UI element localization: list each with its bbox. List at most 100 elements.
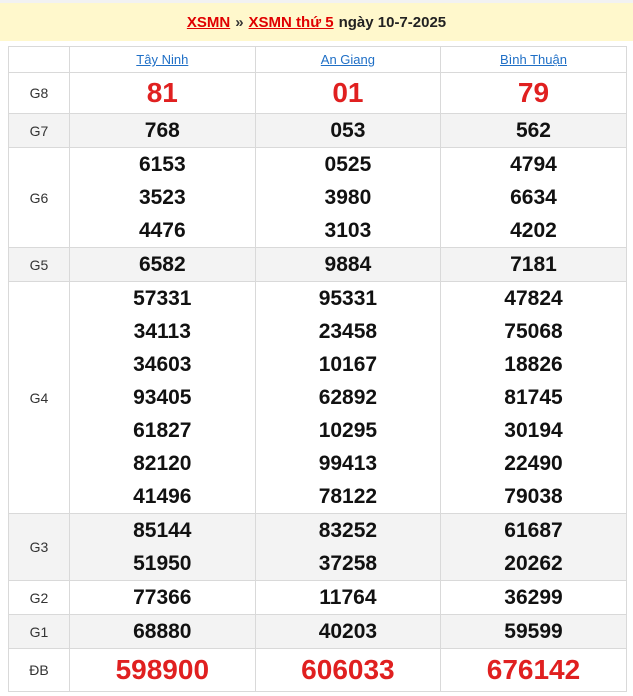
xsmn-thursday-link[interactable]: XSMN thứ 5: [249, 14, 334, 31]
prize-row-g7: G7 768 053 562: [8, 113, 627, 148]
prize-cell: 57331 34113 34603 93405 61827 82120 4149…: [69, 281, 256, 514]
prize-cell: 6153 3523 4476: [69, 147, 256, 248]
prize-cell: 61687 20262: [440, 513, 627, 581]
prize-number: 81745: [504, 386, 563, 409]
prize-label: G5: [8, 247, 70, 282]
prize-number: 79038: [504, 485, 563, 508]
province-link-an-giang[interactable]: An Giang: [321, 52, 375, 67]
lottery-results-table: Tây Ninh An Giang Bình Thuận G8 81 01 79…: [8, 46, 627, 692]
prize-cell: 01: [254, 72, 442, 114]
prize-cell: 85144 51950: [69, 513, 256, 581]
prize-number: 51950: [133, 552, 192, 575]
prize-number: 34603: [133, 353, 192, 376]
jackpot-number: 676142: [486, 654, 581, 685]
prize-row-g5: G5 6582 9884 7181: [8, 247, 627, 282]
prize-number: 99413: [318, 452, 378, 475]
prize-cell: 768: [69, 113, 256, 148]
corner-cell: [8, 46, 70, 73]
prize-cell: 47824 75068 18826 81745 30194 22490 7903…: [440, 281, 627, 514]
prize-number: 83252: [318, 519, 378, 542]
prize-number: 59599: [504, 620, 563, 643]
prize-cell: 83252 37258: [254, 513, 442, 581]
prize-label: G6: [8, 147, 70, 248]
prize-number: 10295: [318, 419, 378, 442]
prize-number: 57331: [133, 287, 192, 310]
prize-number: 3103: [324, 219, 372, 242]
prize-number: 6153: [138, 153, 186, 176]
results-header: XSMN » XSMN thứ 5 ngày 10-7-2025: [0, 3, 633, 41]
prize-cell: 053: [254, 113, 442, 148]
prize-label: ĐB: [8, 648, 70, 692]
prize-number: 47824: [504, 287, 563, 310]
prize-cell: 40203: [254, 614, 442, 649]
prize-cell: 77366: [69, 580, 256, 615]
prize-number: 79: [517, 77, 550, 108]
prize-label: G8: [8, 72, 70, 114]
prize-cell: 68880: [69, 614, 256, 649]
prize-row-g1: G1 68880 40203 59599: [8, 614, 627, 649]
prize-number: 18826: [504, 353, 563, 376]
prize-number: 3980: [324, 186, 372, 209]
prize-label: G2: [8, 580, 70, 615]
prize-number: 562: [515, 119, 551, 142]
prize-label: G3: [8, 513, 70, 581]
prize-row-g4: G4 57331 34113 34603 93405 61827 82120 4…: [8, 281, 627, 514]
prize-number: 68880: [133, 620, 192, 643]
prize-number: 0525: [324, 153, 372, 176]
prize-cell: 562: [440, 113, 627, 148]
prize-number: 6582: [138, 253, 186, 276]
prize-number: 3523: [138, 186, 186, 209]
prize-row-special: ĐB 598900 606033 676142: [8, 648, 627, 692]
prize-cell: 95331 23458 10167 62892 10295 99413 7812…: [254, 281, 442, 514]
prize-cell: 79: [440, 72, 627, 114]
breadcrumb-separator: »: [235, 13, 244, 31]
province-link-binh-thuan[interactable]: Bình Thuận: [500, 52, 567, 67]
prize-number: 22490: [504, 452, 563, 475]
prize-number: 4202: [510, 219, 557, 242]
prize-number: 6634: [510, 186, 557, 209]
prize-label: G4: [8, 281, 70, 514]
prize-cell: 7181: [440, 247, 627, 282]
prize-number: 10167: [318, 353, 378, 376]
prize-number: 62892: [318, 386, 378, 409]
prize-cell: 81: [69, 72, 256, 114]
prize-number: 93405: [133, 386, 192, 409]
prize-row-g2: G2 77366 11764 36299: [8, 580, 627, 615]
prize-number: 40203: [318, 620, 378, 643]
province-header: An Giang: [254, 46, 442, 73]
prize-number: 95331: [318, 287, 378, 310]
prize-number: 61687: [504, 519, 563, 542]
prize-row-g6: G6 6153 3523 4476 0525 3980 3103 4794 66…: [8, 147, 627, 248]
xsmn-link[interactable]: XSMN: [187, 14, 230, 31]
prize-number: 34113: [133, 320, 191, 343]
prize-cell: 59599: [440, 614, 627, 649]
jackpot-number: 606033: [301, 654, 395, 685]
prize-row-g8: G8 81 01 79: [8, 72, 627, 114]
prize-number: 81: [146, 77, 178, 108]
prize-number: 053: [330, 119, 366, 142]
draw-date: ngày 10-7-2025: [338, 13, 447, 31]
prize-cell: 676142: [440, 648, 627, 692]
prize-number: 4476: [138, 219, 186, 242]
prize-cell: 4794 6634 4202: [440, 147, 627, 248]
prize-number: 20262: [504, 552, 563, 575]
prize-number: 01: [332, 77, 364, 108]
prize-cell: 36299: [440, 580, 627, 615]
prize-number: 36299: [504, 586, 563, 609]
jackpot-number: 598900: [115, 654, 210, 685]
prize-number: 9884: [324, 253, 372, 276]
prize-number: 85144: [133, 519, 192, 542]
province-header: Tây Ninh: [69, 46, 256, 73]
prize-number: 61827: [133, 419, 192, 442]
prize-cell: 598900: [69, 648, 256, 692]
prize-cell: 11764: [254, 580, 442, 615]
prize-number: 37258: [318, 552, 378, 575]
prize-number: 82120: [133, 452, 192, 475]
prize-row-g3: G3 85144 51950 83252 37258 61687 20262: [8, 513, 627, 581]
prize-number: 11764: [319, 586, 377, 609]
prize-number: 77366: [133, 586, 192, 609]
prize-number: 768: [144, 119, 180, 142]
prize-number: 30194: [504, 419, 563, 442]
province-header: Bình Thuận: [440, 46, 627, 73]
province-link-tay-ninh[interactable]: Tây Ninh: [136, 52, 188, 67]
